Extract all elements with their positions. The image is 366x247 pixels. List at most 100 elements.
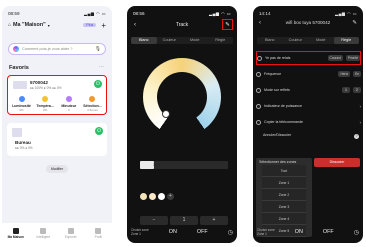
zone-option-all[interactable]: Tout	[262, 165, 306, 177]
swatch-white[interactable]	[158, 193, 165, 200]
tab-couleur[interactable]: Couleur	[283, 37, 309, 44]
quick-timer[interactable]: Minuteur 0	[57, 96, 80, 112]
quick-temperature[interactable]: Tempéra... 0%	[34, 96, 57, 112]
brightness-icon	[18, 96, 25, 102]
profile-tab-icon	[95, 227, 102, 234]
brightness-slider[interactable]: 16%	[140, 161, 228, 169]
reflect-option-2[interactable]: 2	[353, 87, 361, 93]
frequency-option-1[interactable]: Hertz	[338, 71, 351, 77]
status-icons: ▂▄▆ ◠ ▭	[335, 10, 357, 16]
edit-icon[interactable]: ✎	[352, 20, 357, 26]
back-icon[interactable]: ‹	[134, 22, 136, 28]
status-icons: ▂▄▆ ◠ ▭	[84, 10, 106, 16]
power-icon[interactable]: ⏻	[95, 127, 103, 135]
relay-label: Ye pas de relais	[265, 56, 291, 60]
power-icon[interactable]: ⏻	[94, 80, 102, 88]
stepper-plus[interactable]: +	[200, 216, 228, 225]
off-button[interactable]: OFF	[323, 229, 334, 235]
home-tab-icon	[12, 227, 19, 234]
modify-button[interactable]: Modifier	[46, 165, 68, 173]
tab-label: Profil	[94, 234, 102, 239]
swatch-warm[interactable]	[140, 193, 147, 200]
track-header: ‹ Track ✎	[127, 19, 237, 32]
device-thumbnail	[12, 128, 22, 137]
device-card-bureau[interactable]: ⏻ Bureau ●● 0% ● 0%	[7, 123, 107, 156]
on-button[interactable]: ON	[295, 229, 303, 235]
mode-tabs: Blanc Couleur Mode Règle	[257, 37, 359, 44]
plus-badge[interactable]: Plus	[83, 23, 97, 27]
zone-picker[interactable]: Choisir zone Zone 1	[131, 228, 149, 236]
device-card-5700042[interactable]: 5700042 ●● 100% ● 0% ●● 0% ⏻ Luminosité …	[7, 75, 107, 115]
back-icon[interactable]: ‹	[259, 20, 261, 26]
frequency-option-2[interactable]: Ee	[353, 71, 361, 77]
frequency-icon	[256, 71, 261, 77]
phone-track-screen: 08:56 ▂▄▆ ◠ ▭ ‹ Track ✎ Blanc Couleur Mo…	[127, 6, 237, 243]
stepper-value: 1	[170, 216, 198, 225]
smart-tab-icon	[40, 227, 47, 234]
copy-remote-row[interactable]: Copier la télécommande ›	[256, 115, 361, 129]
reflect-mode-row[interactable]: Mode sur reflets 1 2	[256, 83, 361, 97]
ai-search-placeholder: Comment puis-je vous aider ?	[22, 47, 73, 51]
phone-settings-screen: 14:14 ▂▄▆ ◠ ▭ ‹ wifi box tuya 5700042 ✎ …	[253, 6, 363, 243]
brightness-value: 16%	[153, 163, 161, 167]
zone-option-3[interactable]: Zone 3	[262, 201, 306, 213]
relay-option-priorite[interactable]: Priorité	[345, 55, 360, 61]
status-time: 14:14	[259, 10, 271, 16]
add-icon[interactable]: +	[101, 21, 106, 30]
tab-regle[interactable]: Règle	[208, 37, 234, 44]
zone-option-2[interactable]: Zone 2	[262, 189, 306, 201]
tab-label: Ma Maison	[7, 234, 24, 239]
reflect-option-1[interactable]: 1	[342, 87, 350, 93]
tab-label: Intelligent	[36, 234, 51, 239]
quick-brightness[interactable]: Luminosité 0%	[10, 96, 33, 112]
swatch-neutral[interactable]	[149, 193, 156, 200]
timer-icon[interactable]: ◷	[228, 229, 233, 236]
tab-blanc[interactable]: Blanc	[131, 37, 157, 44]
home-title[interactable]: Ma "Maison"	[13, 22, 46, 28]
relay-setting-row[interactable]: Ye pas de relais Courant Priorité	[256, 51, 361, 65]
tab-mode[interactable]: Mode	[182, 37, 208, 44]
tab-blanc[interactable]: Blanc	[257, 37, 283, 44]
color-temperature-wheel[interactable]	[143, 58, 221, 136]
quick-actions: Luminosité 0% Tempéra... 0% Minuteur 0 S…	[10, 96, 104, 112]
timer-icon[interactable]: ◷	[354, 229, 359, 236]
tab-smart[interactable]: Intelligent	[33, 227, 53, 239]
microphone-icon[interactable]: 🎙	[95, 46, 101, 52]
zone-option-1[interactable]: Zone 1	[262, 177, 306, 189]
unpair-button[interactable]: Dissocier	[314, 158, 360, 167]
bottom-controls: Choisir zone Zone 1 ON OFF ◷	[257, 226, 359, 238]
dropdown-header: Sélectionner des zones	[259, 160, 297, 164]
quick-zone-select[interactable]: Sélection... 4 Zones	[81, 96, 104, 112]
tab-explore[interactable]: Explorer	[61, 227, 81, 239]
more-icon[interactable]: ⋯	[99, 64, 104, 70]
tab-regle[interactable]: Règle	[333, 37, 359, 44]
tab-profile[interactable]: Profil	[88, 227, 108, 239]
bottom-tab-bar: Ma Maison Intelligent Explorer Profil	[2, 223, 112, 243]
zone-picker[interactable]: Choisir zone Zone 1	[257, 228, 275, 236]
home-icon: ⌂	[8, 22, 12, 28]
remote-icon	[256, 119, 261, 125]
frequency-label: Fréquence	[264, 72, 282, 76]
ai-search-bar[interactable]: Comment puis-je vous aider ? 🎙	[8, 43, 106, 55]
frequency-row[interactable]: Fréquence Hertz Ee	[256, 67, 361, 81]
chevron-down-icon[interactable]: ▾	[48, 23, 50, 28]
zone-stepper: − 1 +	[140, 216, 228, 225]
tab-home[interactable]: Ma Maison	[6, 227, 26, 239]
quick-value: 4 Zones	[87, 108, 98, 112]
zone-option-4[interactable]: Zone 4	[262, 213, 306, 225]
status-time: 08:56	[133, 10, 145, 16]
tab-couleur[interactable]: Couleur	[157, 37, 183, 44]
add-swatch-icon[interactable]: +	[167, 193, 174, 200]
edit-icon[interactable]: ✎	[222, 19, 233, 30]
stepper-minus[interactable]: −	[140, 216, 168, 225]
wheel-knob[interactable]	[162, 110, 170, 118]
tab-mode[interactable]: Mode	[308, 37, 334, 44]
off-button[interactable]: OFF	[197, 229, 208, 235]
help-icon[interactable]: ?	[354, 134, 359, 139]
relay-option-courant[interactable]: Courant	[327, 55, 343, 61]
device-name: 5700042	[30, 80, 48, 85]
power-indicator-icon	[256, 103, 261, 109]
status-icons: ▂▄▆ ◠ ▭	[209, 10, 231, 16]
power-indicator-row[interactable]: Indicateur de puissance ›	[256, 99, 361, 113]
on-button[interactable]: ON	[169, 229, 177, 235]
